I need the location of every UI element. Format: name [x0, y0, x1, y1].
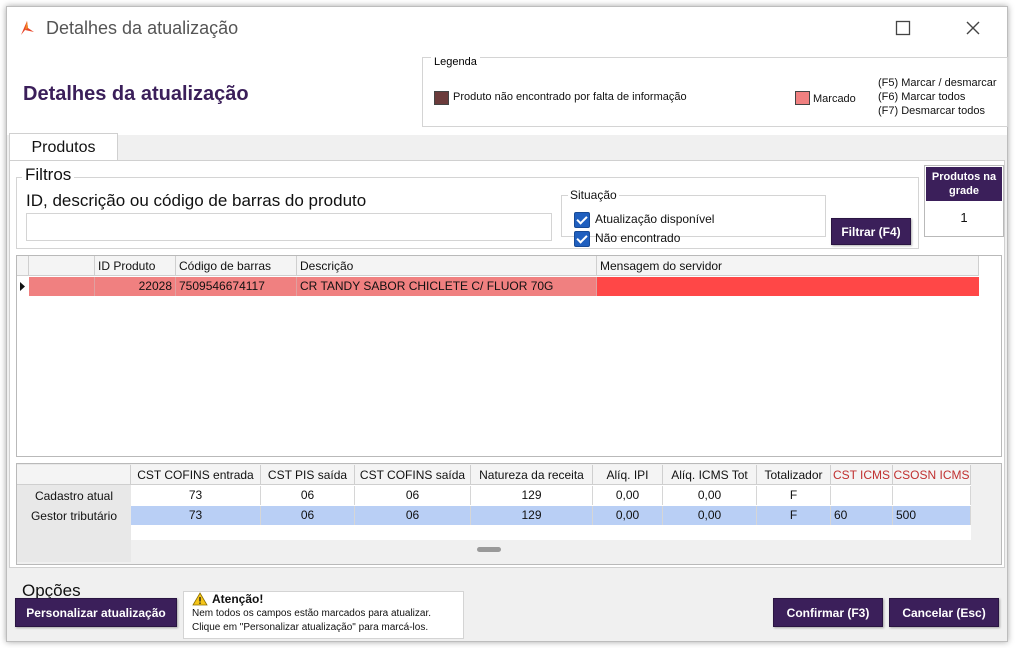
not-found-checkbox-label: Não encontrado: [595, 231, 681, 245]
gestor-totalizador: F: [757, 506, 831, 525]
current-totalizador: F: [757, 486, 831, 505]
warning-title: Atenção!: [212, 592, 264, 606]
maximize-button[interactable]: [889, 15, 917, 41]
available-checkbox[interactable]: [574, 212, 590, 228]
row-label-gestor: Gestor tributário: [30, 509, 118, 523]
gestor-csosn-icms: 500: [893, 506, 971, 525]
filters-title: Filtros: [22, 165, 75, 185]
column-header-totalizador[interactable]: Totalizador: [757, 465, 831, 485]
row-label-current: Cadastro atual: [34, 489, 114, 503]
close-button[interactable]: [959, 15, 987, 41]
column-header-cst-cofins-saida[interactable]: CST COFINS saída: [355, 465, 471, 485]
available-checkbox-label: Atualização disponível: [595, 212, 715, 226]
gestor-natureza-receita: 129: [471, 506, 593, 525]
column-header-aliq-ipi[interactable]: Alíq. IPI: [593, 465, 663, 485]
warning-icon: [192, 592, 208, 606]
current-row-arrow-icon: [20, 282, 25, 291]
produtos-tab-panel: Filtros ID, descrição ou código de barra…: [9, 160, 1005, 568]
legend-title: Legenda: [431, 56, 480, 68]
gestor-cst-icms: 60: [831, 506, 893, 525]
current-csosn-icms: [893, 486, 971, 505]
details-corner-header: [17, 465, 131, 485]
tax-details-grid[interactable]: CST COFINS entrada CST PIS saída CST COF…: [16, 463, 1002, 565]
current-cst-cofins-saida: 06: [355, 486, 471, 505]
current-aliq-ipi: 0,00: [593, 486, 663, 505]
header-area: Detalhes da atualização Legenda Produto …: [7, 49, 1008, 135]
column-header-description[interactable]: Descrição: [297, 256, 597, 276]
current-aliq-icms-tot: 0,00: [663, 486, 757, 505]
cancel-button[interactable]: Cancelar (Esc): [889, 598, 999, 627]
column-header-csosn-icms[interactable]: CSOSN ICMS: [893, 465, 971, 485]
current-natureza-receita: 129: [471, 486, 593, 505]
not-found-swatch: [434, 91, 449, 105]
current-cst-cofins-entrada: 73: [131, 486, 261, 505]
dialog-content: Detalhes da atualização Legenda Produto …: [7, 49, 1008, 641]
horizontal-scrollbar-thumb[interactable]: [477, 547, 501, 552]
warning-line-2: Clique em "Personalizar atualização" par…: [192, 622, 429, 633]
gestor-cst-pis-saida: 06: [261, 506, 355, 525]
products-grid[interactable]: ID Produto Código de barras Descrição Me…: [16, 255, 1002, 457]
column-header-server-message[interactable]: Mensagem do servidor: [597, 256, 979, 276]
current-cst-icms: [831, 486, 893, 505]
marked-swatch: [795, 91, 810, 105]
column-header-natureza-receita[interactable]: Natureza da receita: [471, 465, 593, 485]
filter-button[interactable]: Filtrar (F4): [831, 218, 911, 245]
situacao-title: Situação: [568, 188, 619, 202]
not-found-legend-label: Produto não encontrado por falta de info…: [453, 91, 687, 103]
cell-description: CR TANDY SABOR CHICLETE C/ FLUOR 70G: [297, 277, 597, 296]
cell-id: 22028: [95, 277, 176, 296]
warning-box: Atenção! Nem todos os campos estão marca…: [183, 591, 464, 639]
column-header-id[interactable]: ID Produto: [95, 256, 176, 276]
update-details-window: Detalhes da atualização Detalhes da atua…: [6, 6, 1008, 642]
page-title: Detalhes da atualização: [23, 83, 249, 105]
column-header-aliq-icms-tot[interactable]: Alíq. ICMS Tot: [663, 465, 757, 485]
close-icon: [966, 21, 980, 35]
warning-line-1: Nem todos os campos estão marcados para …: [192, 608, 432, 619]
search-label: ID, descrição ou código de barras do pro…: [26, 191, 367, 210]
gestor-aliq-ipi: 0,00: [593, 506, 663, 525]
search-input[interactable]: [26, 213, 552, 241]
row-indicator: [17, 277, 29, 296]
column-header-cst-icms[interactable]: CST ICMS: [831, 465, 893, 485]
selection-column-header: [29, 256, 95, 276]
gestor-cst-cofins-entrada: 73: [131, 506, 261, 525]
cell-server-message: [597, 277, 979, 296]
product-count-label: Produtos na grade: [926, 167, 1002, 201]
current-cst-pis-saida: 06: [261, 486, 355, 505]
app-logo-icon: [21, 21, 34, 35]
confirm-button[interactable]: Confirmar (F3): [773, 598, 883, 627]
legend-panel: Legenda Produto não encontrado por falta…: [422, 56, 1008, 127]
cell-barcode: 7509546674117: [176, 277, 297, 296]
maximize-icon: [895, 20, 911, 36]
row-selection-cell[interactable]: [29, 277, 95, 296]
row-indicator-header: [17, 256, 29, 276]
column-header-cst-pis-saida[interactable]: CST PIS saída: [261, 465, 355, 485]
window-title: Detalhes da atualização: [46, 18, 239, 38]
column-header-barcode[interactable]: Código de barras: [176, 256, 297, 276]
product-count-value: 1: [960, 210, 968, 225]
tab-produtos[interactable]: Produtos: [9, 133, 118, 162]
shortcut-f5: (F5) Marcar / desmarcar: [878, 77, 997, 89]
gestor-aliq-icms-tot: 0,00: [663, 506, 757, 525]
product-count-box: Produtos na grade 1: [924, 165, 1004, 237]
shortcut-f7: (F7) Desmarcar todos: [878, 105, 985, 117]
title-bar: Detalhes da atualização: [7, 7, 1007, 49]
column-header-cst-cofins-entrada[interactable]: CST COFINS entrada: [131, 465, 261, 485]
gestor-cst-cofins-saida: 06: [355, 506, 471, 525]
not-found-checkbox[interactable]: [574, 231, 590, 247]
customize-update-button[interactable]: Personalizar atualização: [15, 598, 177, 627]
marked-legend-label: Marcado: [813, 93, 856, 105]
shortcut-f6: (F6) Marcar todos: [878, 91, 966, 103]
